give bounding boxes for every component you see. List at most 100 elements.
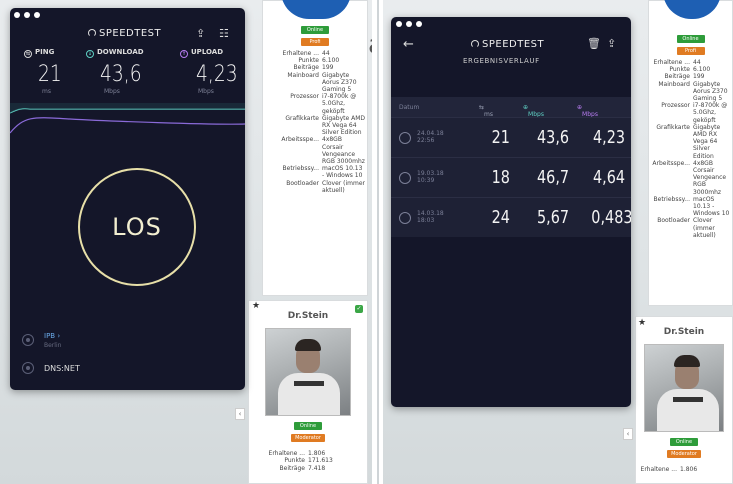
row-download: 46,7 bbox=[537, 167, 570, 188]
avatar-shirt bbox=[278, 373, 340, 416]
prop-value: Gigabyte AMD RX Vega 64 Silver Edition bbox=[693, 123, 721, 160]
user-avatar-photo[interactable] bbox=[265, 328, 351, 417]
back-arrow-icon[interactable]: ← bbox=[403, 37, 414, 52]
avatar-shirt bbox=[657, 389, 719, 432]
prop-value: 6.100 bbox=[322, 57, 340, 65]
right-screenshot: t Online Profi Erhaltene ...44 Punkte6.1… bbox=[383, 0, 733, 484]
upload-label: ↑ UPLOAD bbox=[180, 48, 224, 58]
row-upload: 4,64 bbox=[593, 167, 626, 188]
forum-user-panel: Online Profi Erhaltene ... 44 Punkte 6.100… bbox=[648, 0, 733, 306]
window-controls[interactable] bbox=[14, 12, 40, 18]
prop-key: Erhaltene ... bbox=[640, 466, 677, 474]
prop-value: 171.613 bbox=[308, 457, 333, 465]
star-icon[interactable]: ★ bbox=[252, 301, 260, 310]
prop-key: Erhaltene ... bbox=[282, 50, 319, 57]
prop-value: 199 bbox=[693, 73, 705, 81]
star-icon[interactable]: ★ bbox=[638, 318, 646, 327]
user-properties: Erhaltene ... 44 Punkte 6.100 Beiträge 199 … bbox=[649, 55, 732, 239]
speedtest-history-window: ← SPEEDTEST ERGEBNISVERLAUF 🗑 ⇪ Datum ⇆ … bbox=[391, 17, 631, 407]
isp-name[interactable]: IPB › bbox=[44, 332, 60, 340]
share-icon[interactable]: ⇪ bbox=[607, 37, 616, 50]
network-icon bbox=[399, 212, 411, 224]
app-title: SPEEDTEST bbox=[88, 28, 161, 39]
upload-column-header[interactable]: ⊕ Mbps bbox=[577, 104, 598, 118]
avatar-stripe bbox=[673, 397, 703, 403]
row-download: 43,6 bbox=[537, 127, 570, 148]
prop-key: Beiträge bbox=[293, 64, 319, 72]
row-download: 5,67 bbox=[537, 207, 570, 228]
username-link[interactable]: Dr.Stein bbox=[636, 327, 732, 336]
download-column-header[interactable]: ⊕ Mbps bbox=[523, 104, 544, 118]
network-icon bbox=[399, 172, 411, 184]
download-graph-area bbox=[10, 103, 245, 113]
prop-value: 6.100 bbox=[693, 66, 711, 74]
prop-value: Gigabyte AMD RX Vega 64 Silver Edition bbox=[322, 114, 366, 137]
history-row[interactable]: 24.04.18 22:56 21 43,6 4,23 bbox=[391, 117, 631, 157]
app-title: SPEEDTEST bbox=[471, 39, 544, 50]
prop-key: Bootloader bbox=[286, 179, 319, 187]
avatar-stripe bbox=[294, 381, 324, 387]
forum-user-panel-2: ★ ✓ Dr.Stein Online Moderator Erhaltene … bbox=[248, 300, 368, 484]
divider-line bbox=[377, 0, 379, 484]
history-header: Datum ⇆ ms ⊕ Mbps ⊕ Mbps bbox=[391, 97, 631, 118]
date-column-header[interactable]: Datum bbox=[399, 104, 419, 111]
collapse-arrow-icon[interactable]: ‹ bbox=[235, 408, 245, 420]
sliders-icon[interactable]: ☷ bbox=[219, 27, 229, 40]
prop-key: Punkte bbox=[284, 457, 305, 465]
history-row[interactable]: 14.03.18 18:03 24 5,67 0,483 bbox=[391, 197, 631, 237]
online-badge: Online bbox=[670, 438, 698, 447]
user-avatar-photo[interactable] bbox=[644, 344, 724, 433]
forum-user-panel: Online Profi Erhaltene ... 44 Punkte 6.100… bbox=[262, 0, 368, 296]
prop-value: Clover (immer aktuell) bbox=[322, 179, 365, 194]
prop-value: 199 bbox=[322, 64, 334, 72]
row-ping: 24 bbox=[491, 207, 510, 228]
go-button[interactable]: LOS bbox=[78, 168, 196, 286]
row-ping: 21 bbox=[491, 127, 510, 148]
prop-value: i7-8700k @ 5.0Ghz, geköpft bbox=[693, 102, 728, 124]
share-icon[interactable]: ⇪ bbox=[196, 27, 205, 40]
isp-location: Berlin bbox=[44, 342, 62, 349]
prop-key: Grafikkarte bbox=[285, 114, 319, 122]
download-value: 43,6 bbox=[100, 62, 142, 87]
prop-key: Arbeitsspe... bbox=[652, 159, 690, 167]
prop-value: macOS 10.13 - Windows 10 bbox=[322, 165, 363, 180]
download-unit: Mbps bbox=[104, 88, 120, 95]
prop-value: 44 bbox=[693, 59, 701, 66]
history-subtitle: ERGEBNISVERLAUF bbox=[463, 57, 540, 65]
row-date: 19.03.18 10:39 bbox=[417, 170, 444, 184]
ping-value: 21 bbox=[38, 62, 62, 87]
rank-badge: Profi bbox=[676, 47, 705, 55]
prop-key: Mainboard bbox=[658, 80, 690, 88]
user-properties: Erhaltene ... 1.806 Punkte 171.613 Beiträg… bbox=[249, 442, 367, 472]
prop-value: 44 bbox=[322, 50, 330, 57]
server-name[interactable]: DNS:NET bbox=[44, 364, 80, 373]
prop-key: Arbeitsspe... bbox=[281, 136, 319, 144]
forum-user-panel-2: ★ Dr.Stein Online Moderator Erhaltene ..… bbox=[635, 316, 733, 484]
prop-value: Gigabyte Aorus Z370 Gaming 5 bbox=[693, 80, 728, 103]
prop-key: Punkte bbox=[298, 57, 319, 65]
prop-value: 7.418 bbox=[308, 464, 326, 472]
row-upload: 4,23 bbox=[593, 127, 626, 148]
prop-key: Beiträge bbox=[279, 464, 305, 472]
row-date: 14.03.18 18:03 bbox=[417, 210, 444, 224]
prop-value: 1.806 bbox=[680, 466, 698, 474]
username-link[interactable]: Dr.Stein bbox=[249, 311, 367, 320]
prop-value: 4x8GB Corsair Vengeance RGB 3000mhz bbox=[322, 136, 365, 166]
user-properties: Erhaltene ... 1.806 bbox=[636, 458, 732, 473]
prop-key: Prozessor bbox=[661, 102, 690, 110]
trash-icon[interactable]: 🗑 bbox=[587, 37, 601, 50]
left-screenshot: a Online Profi Erhaltene ...44 Punkte6.1… bbox=[0, 0, 372, 484]
checkmark-icon: ✓ bbox=[355, 305, 363, 313]
download-graph-line bbox=[10, 108, 245, 114]
ping-column-header[interactable]: ⇆ ms bbox=[479, 104, 493, 118]
rank-badge: Moderator bbox=[291, 434, 325, 443]
speed-graph bbox=[10, 103, 245, 134]
collapse-arrow-icon[interactable]: ‹ bbox=[623, 428, 633, 440]
row-ping: 18 bbox=[491, 167, 510, 188]
prop-value: Clover (immer aktuell) bbox=[693, 217, 716, 239]
history-row[interactable]: 19.03.18 10:39 18 46,7 4,64 bbox=[391, 157, 631, 197]
rank-badge: Profi bbox=[301, 38, 329, 46]
prop-value: 1.806 bbox=[308, 450, 326, 458]
window-controls[interactable] bbox=[396, 21, 422, 27]
prop-key: Betriebssy... bbox=[653, 195, 690, 203]
